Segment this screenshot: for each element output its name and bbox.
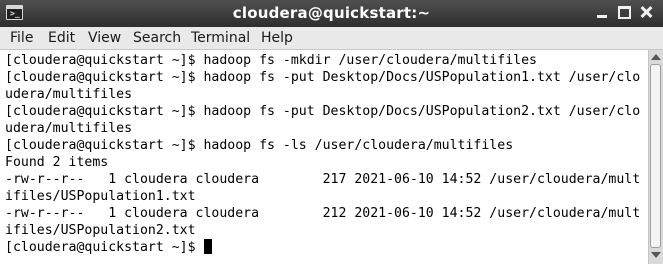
menu-terminal[interactable]: Terminal bbox=[191, 30, 250, 46]
terminal-output[interactable]: [cloudera@quickstart ~]$ hadoop fs -mkdi… bbox=[5, 50, 646, 264]
terminal-line: udera/multifiles bbox=[5, 121, 133, 136]
terminal-line: [cloudera@quickstart ~]$ hadoop fs -put … bbox=[5, 70, 641, 85]
terminal-prompt-line[interactable]: [cloudera@quickstart ~]$ bbox=[5, 239, 212, 256]
terminal-line: Found 2 items bbox=[5, 155, 109, 170]
window-title: cloudera@quickstart:~ bbox=[232, 4, 431, 22]
text-cursor bbox=[203, 239, 212, 254]
scrollbar-thumb[interactable] bbox=[650, 64, 661, 248]
terminal-line: udera/multifiles bbox=[5, 87, 133, 102]
close-icon[interactable] bbox=[638, 4, 654, 20]
terminal-line: [cloudera@quickstart ~]$ hadoop fs -put … bbox=[5, 104, 641, 119]
terminal-line: -rw-r--r-- 1 cloudera cloudera 212 2021-… bbox=[5, 206, 641, 221]
terminal-line: -rw-r--r-- 1 cloudera cloudera 217 2021-… bbox=[5, 172, 641, 187]
terminal-line: ifiles/USPopulation1.txt bbox=[5, 189, 196, 204]
menu-edit[interactable]: Edit bbox=[48, 30, 75, 46]
menu-file[interactable]: File bbox=[10, 30, 33, 46]
terminal-line: [cloudera@quickstart ~]$ hadoop fs -mkdi… bbox=[5, 53, 537, 68]
prompt-text: [cloudera@quickstart ~]$ bbox=[5, 240, 204, 255]
terminal-line: ifiles/USPopulation2.txt bbox=[5, 223, 196, 238]
menu-help[interactable]: Help bbox=[261, 30, 293, 46]
menu-bar: File Edit View Search Terminal Help bbox=[0, 27, 663, 50]
minimize-icon[interactable] bbox=[594, 4, 610, 20]
menu-search[interactable]: Search bbox=[133, 30, 181, 46]
menu-view[interactable]: View bbox=[88, 30, 121, 46]
terminal-window: >_ cloudera@quickstart:~ File Edit View … bbox=[0, 0, 663, 264]
scroll-down-arrow-icon[interactable] bbox=[651, 252, 661, 258]
terminal-line: [cloudera@quickstart ~]$ hadoop fs -ls /… bbox=[5, 138, 514, 153]
title-bar[interactable]: >_ cloudera@quickstart:~ bbox=[0, 0, 663, 27]
maximize-icon[interactable] bbox=[616, 4, 632, 20]
scroll-up-arrow-icon[interactable] bbox=[651, 54, 661, 60]
